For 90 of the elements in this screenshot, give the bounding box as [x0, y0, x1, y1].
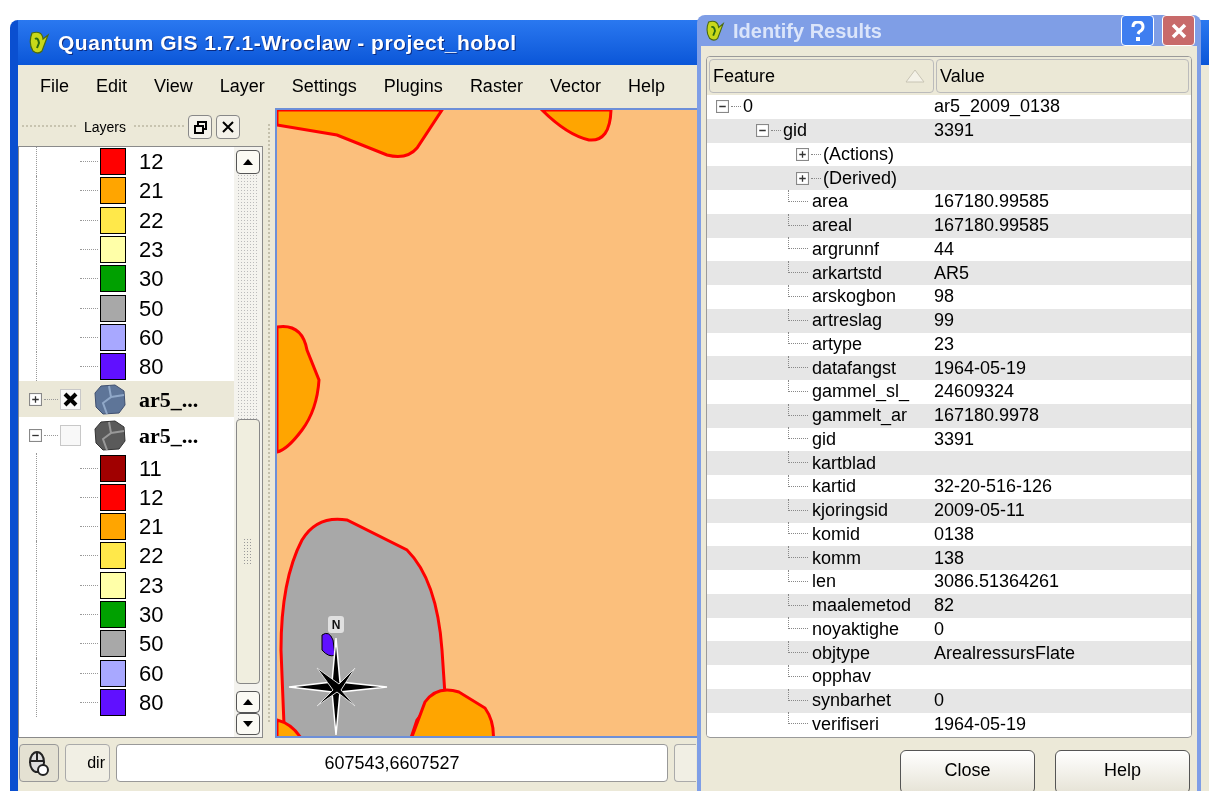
legend-label: 22: [139, 206, 164, 235]
sort-ascending-icon: [905, 69, 925, 83]
menu-item[interactable]: Help: [627, 73, 665, 100]
legend-label: 11: [139, 454, 162, 483]
legend-label: 50: [139, 630, 164, 659]
attribute-value: 3391: [934, 427, 975, 451]
restore-icon: [193, 120, 207, 134]
legend-label: 30: [139, 601, 164, 629]
close-icon: [222, 121, 235, 133]
help-button[interactable]: [1121, 15, 1154, 46]
legend-label: 80: [139, 688, 164, 717]
attribute-value: 3086.51364261: [934, 570, 1060, 594]
attribute-value: 32-20-516-126: [934, 475, 1053, 499]
polygon-layer-icon: [93, 419, 127, 452]
legend-label: 30: [139, 265, 164, 294]
panel-title: Layers: [83, 117, 128, 137]
legend-label: 50: [139, 294, 164, 323]
attribute-value: 167180.9978: [934, 404, 1040, 428]
feature-name[interactable]: gid: [783, 117, 808, 145]
help-button[interactable]: Help: [1055, 750, 1190, 791]
app-logo-icon: [705, 19, 725, 42]
close-button[interactable]: [216, 115, 241, 139]
scroll-up-button[interactable]: [236, 150, 260, 174]
menu-item[interactable]: Plugins: [383, 73, 443, 100]
attribute-value: 82: [934, 594, 955, 618]
legend-label: 12: [139, 148, 164, 177]
dialog-title: Identify Results: [733, 18, 883, 44]
legend-label: 60: [139, 659, 164, 688]
attribute-value: ArealressursFlate: [934, 641, 1076, 665]
expand-icon[interactable]: [796, 171, 809, 185]
attribute-value: 3391: [934, 119, 975, 143]
checkbox[interactable]: [60, 424, 81, 446]
status-button[interactable]: dir: [65, 744, 110, 782]
down-arrow-icon: [243, 721, 253, 727]
close-button[interactable]: Close: [900, 750, 1035, 791]
up-arrow-icon: [243, 159, 253, 165]
expand-icon[interactable]: [29, 392, 42, 406]
menu-item[interactable]: File: [40, 73, 69, 100]
attribute-value: 0: [934, 617, 944, 641]
legend-label: 23: [139, 236, 164, 265]
attribute-value: 1964-05-19: [934, 712, 1027, 736]
mouse-icon: [26, 749, 52, 777]
legend-label: 80: [139, 353, 164, 382]
attribute-value: 24609324: [934, 380, 1015, 404]
scroll-thumb[interactable]: [236, 419, 260, 684]
collapse-icon[interactable]: [716, 100, 729, 114]
attribute-value: ar5_2009_0138: [934, 95, 1061, 119]
legend-label: 21: [139, 513, 164, 542]
attribute-value: 98: [934, 285, 955, 309]
scroll-down-button[interactable]: [236, 713, 260, 735]
attribute-value: 2009-05-11: [934, 499, 1025, 523]
attribute-value: 167180.99585: [934, 214, 1050, 238]
column-header[interactable]: Value: [936, 59, 1189, 93]
attribute-value: 167180.99585: [934, 190, 1050, 214]
attribute-value: AR5: [934, 261, 969, 285]
layer-name[interactable]: ar5_...: [139, 418, 199, 452]
coordinates-field[interactable]: 607543,6607527: [116, 744, 668, 782]
attribute-value: 0: [934, 689, 944, 713]
menu-item[interactable]: View: [154, 73, 193, 100]
question-icon: [1130, 20, 1145, 41]
scrollbar[interactable]: [234, 147, 262, 737]
legend-label: 12: [139, 483, 164, 512]
menu-item[interactable]: Edit: [96, 73, 128, 100]
attribute-value: 99: [934, 309, 955, 333]
attribute-value: 138: [934, 546, 965, 570]
collapse-icon[interactable]: [756, 124, 769, 138]
menu-item[interactable]: Settings: [291, 73, 357, 100]
legend-label: 23: [139, 571, 164, 600]
legend-label: 21: [139, 177, 164, 206]
up-arrow-icon: [243, 699, 253, 705]
app-logo-icon: [28, 30, 50, 55]
window-title: Quantum GIS 1.7.1-Wroclaw - project_hobol: [58, 29, 517, 56]
legend-label: 60: [139, 323, 164, 352]
column-header[interactable]: Feature: [709, 59, 934, 93]
icon-button[interactable]: [19, 744, 59, 782]
expand-icon[interactable]: [796, 147, 809, 161]
float-button[interactable]: [188, 115, 213, 139]
attribute-value: 44: [934, 237, 955, 261]
polygon-layer-icon: [93, 383, 127, 416]
menu-item[interactable]: Vector: [549, 73, 601, 100]
attribute-value: 23: [934, 332, 955, 356]
menu-item[interactable]: Raster: [469, 73, 523, 100]
legend-label: 22: [139, 542, 164, 571]
collapse-icon[interactable]: [29, 428, 42, 442]
scroll-up-button[interactable]: [236, 691, 260, 713]
attribute-value: 1964-05-19: [934, 356, 1027, 380]
menu-item[interactable]: Layer: [219, 73, 265, 100]
checkbox[interactable]: [60, 388, 81, 410]
close-icon: [1170, 22, 1187, 39]
attribute-value: 0138: [934, 522, 975, 546]
